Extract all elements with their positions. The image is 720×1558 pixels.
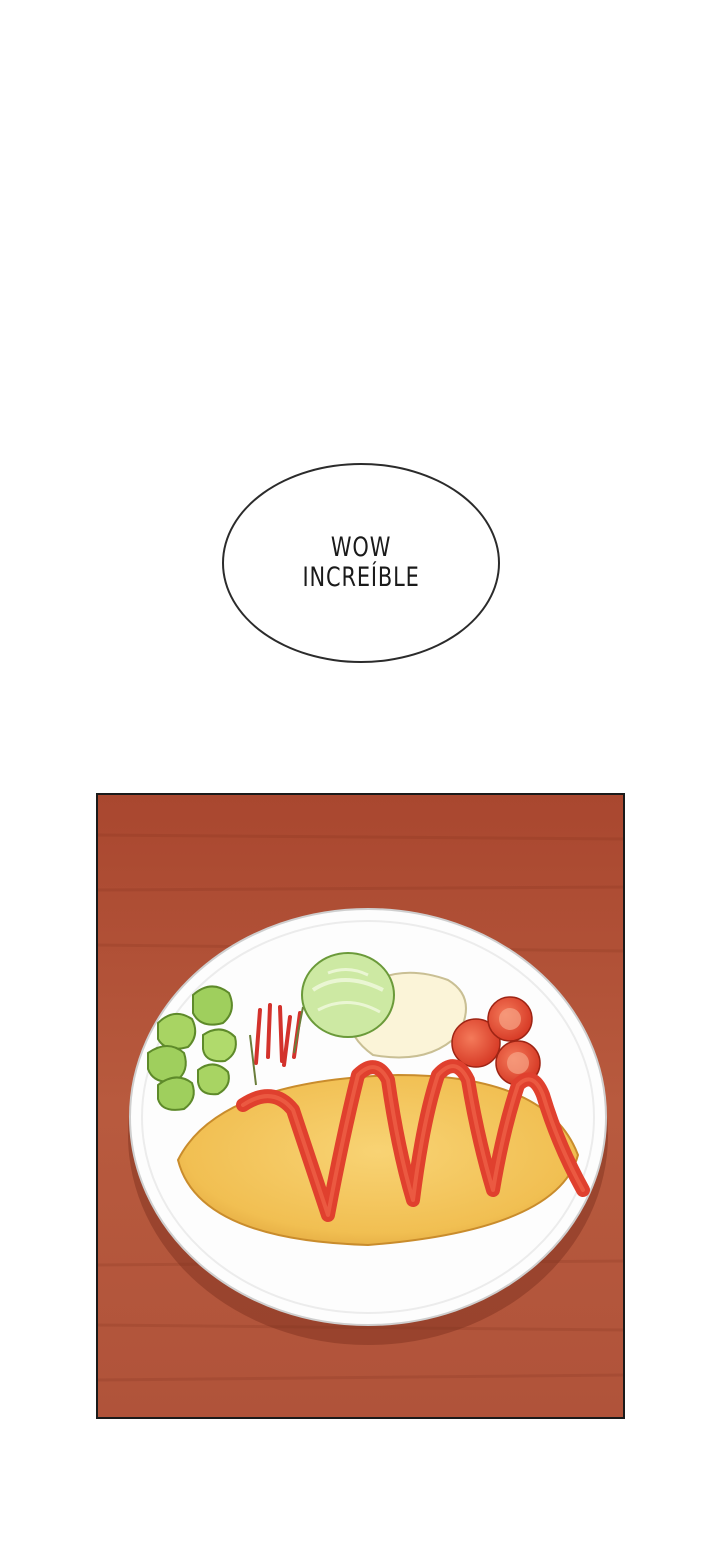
speech-bubble-line-1: WOW bbox=[330, 532, 392, 563]
speech-bubble: WOW INCREÍBLE bbox=[222, 463, 500, 663]
speech-bubble-line-2: INCREÍBLE bbox=[302, 562, 420, 593]
cabbage-icon bbox=[301, 952, 395, 1038]
food-panel bbox=[96, 793, 625, 1419]
comic-page: WOW INCREÍBLE bbox=[0, 0, 720, 1558]
omelette-rice-plate-icon bbox=[98, 795, 623, 1417]
